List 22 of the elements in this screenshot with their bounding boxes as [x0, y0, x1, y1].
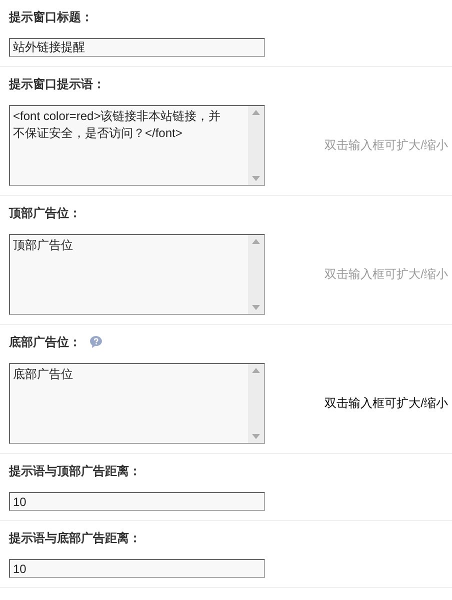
scroll-down-icon[interactable]	[252, 305, 260, 310]
help-icon[interactable]	[89, 335, 103, 349]
scroll-up-icon[interactable]	[252, 368, 260, 373]
text-field[interactable]: 10	[9, 492, 265, 511]
field-label: 底部广告位：	[9, 334, 81, 350]
scroll-up-icon[interactable]	[252, 110, 260, 115]
textarea-field[interactable]: 顶部广告位	[9, 234, 265, 315]
hint-text: 双击输入框可扩大/缩小	[324, 395, 449, 412]
field-label: 提示语与底部广告距离：	[9, 530, 141, 546]
field-label: 提示窗口标题：	[9, 8, 93, 26]
scroll-down-icon[interactable]	[252, 434, 260, 439]
hint-text: 双击输入框可扩大/缩小	[324, 266, 449, 283]
text-field[interactable]: 站外链接提醒	[9, 38, 265, 57]
field-label: 提示语与顶部广告距离：	[9, 462, 141, 480]
text-field[interactable]: 10	[9, 559, 265, 578]
field-label: 顶部广告位：	[9, 204, 81, 222]
field-label: 提示窗口提示语：	[9, 76, 105, 92]
hint-text: 双击输入框可扩大/缩小	[324, 137, 449, 154]
textarea-field[interactable]: <font color=red>该链接非本站链接，并不保证安全，是否访问？</font>	[9, 105, 265, 186]
textarea-field[interactable]: 底部广告位	[9, 363, 265, 444]
scroll-down-icon[interactable]	[252, 176, 260, 181]
scroll-up-icon[interactable]	[252, 239, 260, 244]
